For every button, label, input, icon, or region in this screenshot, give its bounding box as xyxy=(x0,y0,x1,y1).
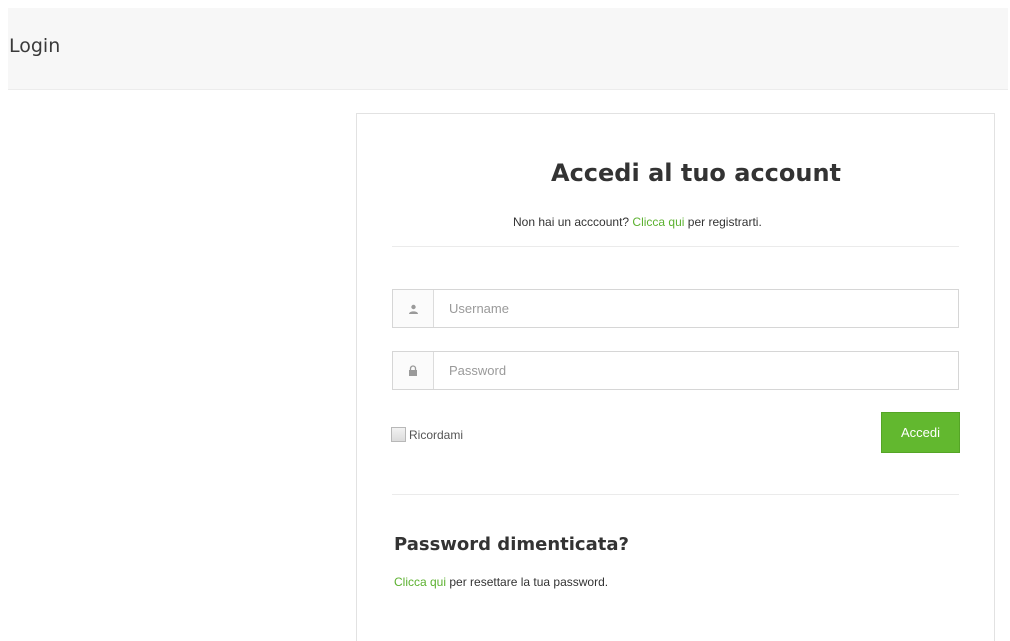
page-header: Login xyxy=(8,8,1008,90)
forgot-password-title: Password dimenticata? xyxy=(394,534,629,555)
password-input-group xyxy=(392,351,959,390)
login-panel: Accedi al tuo account Non hai un acccoun… xyxy=(356,113,995,641)
register-suffix-text: per registrarti. xyxy=(684,215,762,229)
remember-me-label: Ricordami xyxy=(409,427,464,442)
lock-icon xyxy=(393,352,434,389)
reset-password-suffix-text: per resettare la tua password. xyxy=(446,575,609,589)
register-link[interactable]: Clicca qui xyxy=(632,215,684,229)
remember-me-toggle[interactable]: Ricordami xyxy=(391,427,463,442)
register-prompt: Non hai un acccount? Clicca qui per regi… xyxy=(513,215,762,229)
username-input[interactable] xyxy=(434,290,958,327)
forgot-password-prompt: Clicca qui per resettare la tua password… xyxy=(394,575,608,589)
login-button[interactable]: Accedi xyxy=(881,412,960,453)
reset-password-link[interactable]: Clicca qui xyxy=(394,575,446,589)
username-input-group xyxy=(392,289,959,328)
user-icon xyxy=(393,290,434,327)
page-title: Login xyxy=(9,35,61,57)
password-input[interactable] xyxy=(434,352,958,389)
remember-me-checkbox[interactable] xyxy=(391,427,406,442)
register-prefix-text: Non hai un acccount? xyxy=(513,215,633,229)
bottom-divider xyxy=(392,494,959,495)
top-divider xyxy=(392,246,959,247)
login-title: Accedi al tuo account xyxy=(551,159,842,187)
